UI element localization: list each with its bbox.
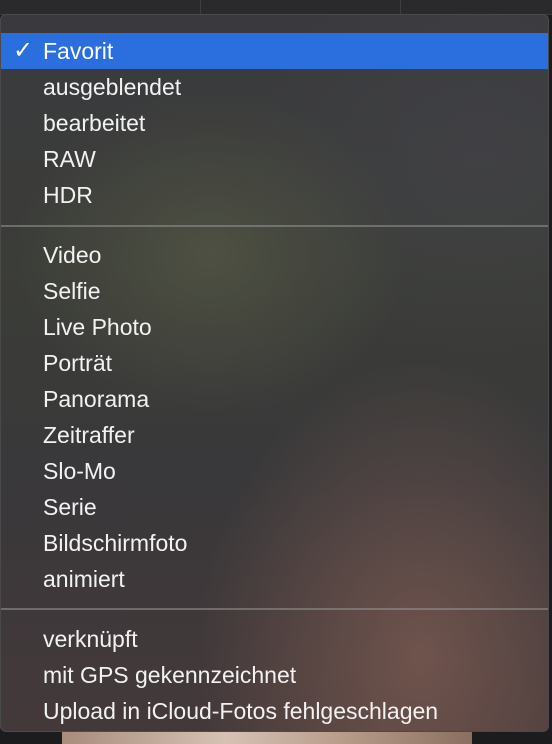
menu-item-ausgeblendet[interactable]: ausgeblendet (1, 69, 548, 105)
menu-item-label: Bildschirmfoto (43, 530, 188, 556)
menu-item-hdr[interactable]: HDR (1, 177, 548, 213)
menu-item-bildschirmfoto[interactable]: Bildschirmfoto (1, 525, 548, 561)
menu-item-label: Slo-Mo (43, 458, 116, 484)
menu-item-portraet[interactable]: Porträt (1, 345, 548, 381)
menu-item-zeitraffer[interactable]: Zeitraffer (1, 417, 548, 453)
menu-item-slo-mo[interactable]: Slo-Mo (1, 453, 548, 489)
menu-item-label: Panorama (43, 386, 150, 412)
menu-item-label: animiert (43, 566, 125, 592)
menu-item-label: Upload in iCloud-Fotos fehlgeschlagen (43, 698, 439, 724)
menu-separator (1, 225, 548, 227)
menu-item-label: Serie (43, 494, 97, 520)
menu-item-label: Favorit (43, 38, 114, 64)
menu-item-live-photo[interactable]: Live Photo (1, 309, 548, 345)
menu-item-label: Zeitraffer (43, 422, 135, 448)
menu-item-icloud-upload-failed[interactable]: Upload in iCloud-Fotos fehlgeschlagen (1, 693, 548, 729)
menu-item-label: Video (43, 242, 102, 268)
menu-item-verknuepft[interactable]: verknüpft (1, 621, 548, 657)
menu-item-favorit[interactable]: ✓ Favorit (1, 33, 548, 69)
menu-item-label: Live Photo (43, 314, 152, 340)
menu-item-raw[interactable]: RAW (1, 141, 548, 177)
filter-dropdown-menu: ✓ Favorit ausgeblendet bearbeitet RAW HD… (0, 14, 549, 732)
menu-separator (1, 608, 548, 610)
menu-item-selfie[interactable]: Selfie (1, 273, 548, 309)
menu-item-label: mit GPS gekennzeichnet (43, 662, 297, 688)
menu-item-label: RAW (43, 146, 96, 172)
menu-item-animiert[interactable]: animiert (1, 561, 548, 597)
menu-item-label: ausgeblendet (43, 74, 182, 100)
window-toolbar-strip (0, 0, 552, 15)
toolbar-divider (400, 0, 401, 14)
menu-item-label: bearbeitet (43, 110, 146, 136)
menu-item-video[interactable]: Video (1, 237, 548, 273)
menu-item-gps-tagged[interactable]: mit GPS gekennzeichnet (1, 657, 548, 693)
menu-item-bearbeitet[interactable]: bearbeitet (1, 105, 548, 141)
menu-item-panorama[interactable]: Panorama (1, 381, 548, 417)
menu-item-label: Selfie (43, 278, 101, 304)
menu-item-label: Porträt (43, 350, 113, 376)
photo-thumbnail-peek (62, 732, 472, 744)
menu-item-serie[interactable]: Serie (1, 489, 548, 525)
menu-item-label: HDR (43, 182, 93, 208)
toolbar-divider (200, 0, 201, 14)
menu-item-label: verknüpft (43, 626, 138, 652)
checkmark-icon: ✓ (13, 37, 34, 64)
